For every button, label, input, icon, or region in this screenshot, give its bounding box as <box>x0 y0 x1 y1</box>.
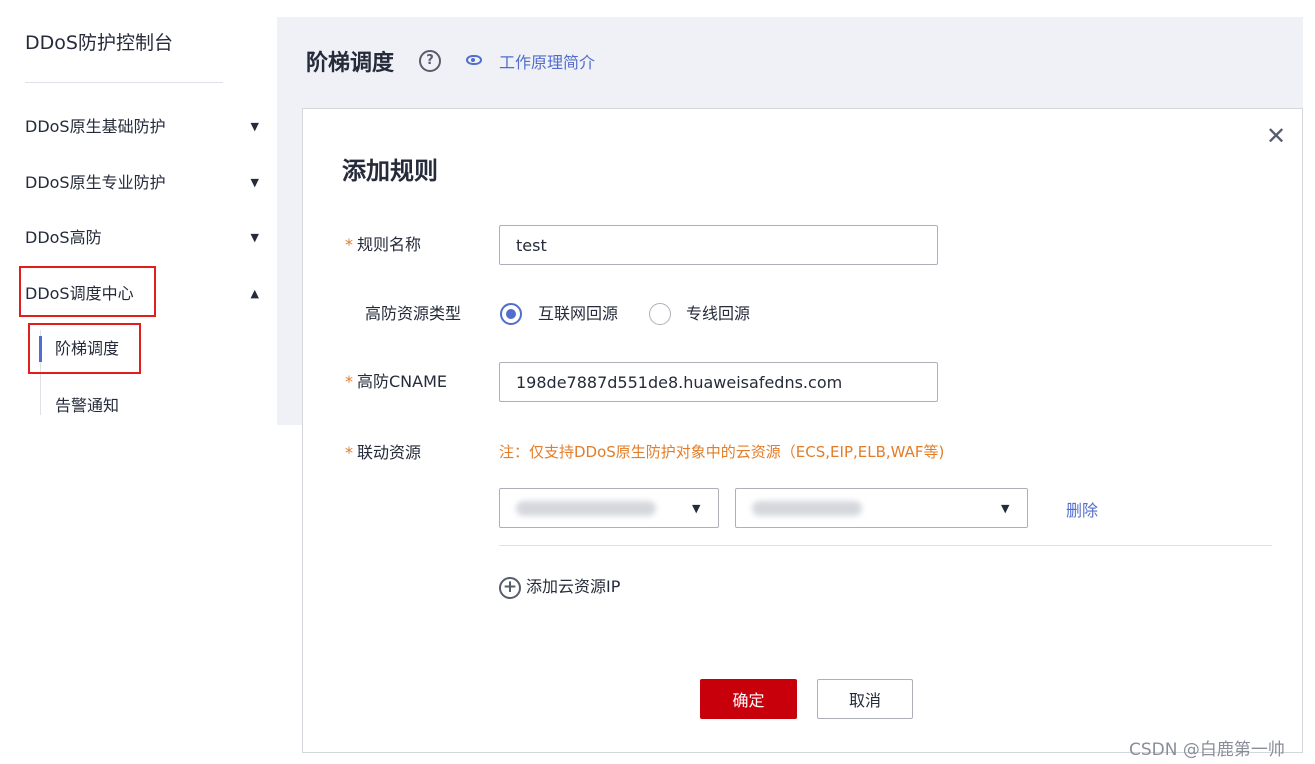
dialog-title: 添加规则 <box>342 157 438 185</box>
chevron-down-icon: ▼ <box>250 231 259 244</box>
resource-type-select[interactable]: ▼ <box>499 488 719 528</box>
chevron-down-icon: ▼ <box>250 176 259 189</box>
cancel-button[interactable]: 取消 <box>817 679 913 719</box>
required-mark: * <box>345 443 353 462</box>
plus-circle-icon: + <box>499 576 521 599</box>
radio-dedicated-line-origin[interactable] <box>649 303 671 325</box>
watermark: CSDN @白鹿第一帅 <box>1129 740 1285 760</box>
linked-resource-label: * 联动资源 <box>345 441 421 465</box>
highlight-box-scheduling-center <box>19 266 156 317</box>
resource-type-label: 高防资源类型 <box>365 304 462 323</box>
blurred-value <box>752 501 862 516</box>
add-rule-dialog <box>302 108 1303 753</box>
question-circle-icon[interactable]: ? <box>419 50 441 72</box>
page: DDoS防护控制台 DDoS原生基础防护 ▼ DDoS原生专业防护 ▼ DDoS… <box>0 0 1315 764</box>
highlight-box-tiered-scheduling <box>28 323 141 374</box>
confirm-button[interactable]: 确定 <box>700 679 797 719</box>
rule-name-input[interactable] <box>499 225 938 265</box>
sidebar-item-label: DDoS原生专业防护 <box>25 173 166 192</box>
rule-name-label: * 规则名称 <box>345 233 421 257</box>
chevron-down-icon: ▼ <box>692 502 701 515</box>
sidebar-subitem-alarm-notification[interactable]: 告警通知 <box>55 393 119 419</box>
resource-row-divider <box>499 545 1272 546</box>
radio-internet-origin[interactable] <box>500 303 522 325</box>
chevron-up-icon: ▲ <box>250 287 259 300</box>
rule-name-label-text: 规则名称 <box>357 235 422 254</box>
sidebar-item-ddos-basic-protection[interactable]: DDoS原生基础防护 ▼ <box>25 112 265 142</box>
radio-dedicated-line-origin-label[interactable]: 专线回源 <box>686 302 750 326</box>
delete-resource-link[interactable]: 删除 <box>1066 497 1098 521</box>
resource-ip-select[interactable]: ▼ <box>735 488 1028 528</box>
add-cloud-resource-ip-label: 添加云资源IP <box>526 577 621 596</box>
sidebar-item-ddos-high-defense[interactable]: DDoS高防 ▼ <box>25 223 265 253</box>
cname-label-text: 高防CNAME <box>357 372 448 391</box>
sidebar: DDoS防护控制台 DDoS原生基础防护 ▼ DDoS原生专业防护 ▼ DDoS… <box>0 0 277 425</box>
required-mark: * <box>345 235 353 254</box>
eye-icon[interactable] <box>466 55 482 65</box>
linked-resource-note: 注：仅支持DDoS原生防护对象中的云资源（ECS,EIP,ELB,WAF等) <box>499 443 945 461</box>
add-cloud-resource-ip-button[interactable]: + 添加云资源IP <box>499 575 620 599</box>
how-it-works-link[interactable]: 工作原理简介 <box>499 49 595 73</box>
chevron-down-icon: ▼ <box>250 120 259 133</box>
blurred-value <box>516 501 656 516</box>
linked-resource-label-text: 联动资源 <box>357 443 422 462</box>
sidebar-item-ddos-pro-protection[interactable]: DDoS原生专业防护 ▼ <box>25 168 265 198</box>
sidebar-divider <box>25 82 223 83</box>
sidebar-item-label: DDoS高防 <box>25 228 102 247</box>
cname-input[interactable] <box>499 362 938 402</box>
page-title: 阶梯调度 <box>306 51 395 76</box>
sidebar-title: DDoS防护控制台 <box>25 32 173 54</box>
required-mark: * <box>345 372 353 391</box>
radio-internet-origin-label[interactable]: 互联网回源 <box>538 302 618 326</box>
close-icon[interactable]: ✕ <box>1266 124 1286 148</box>
cname-label: * 高防CNAME <box>345 370 447 394</box>
sidebar-item-label: DDoS原生基础防护 <box>25 117 166 136</box>
chevron-down-icon: ▼ <box>1001 502 1010 515</box>
